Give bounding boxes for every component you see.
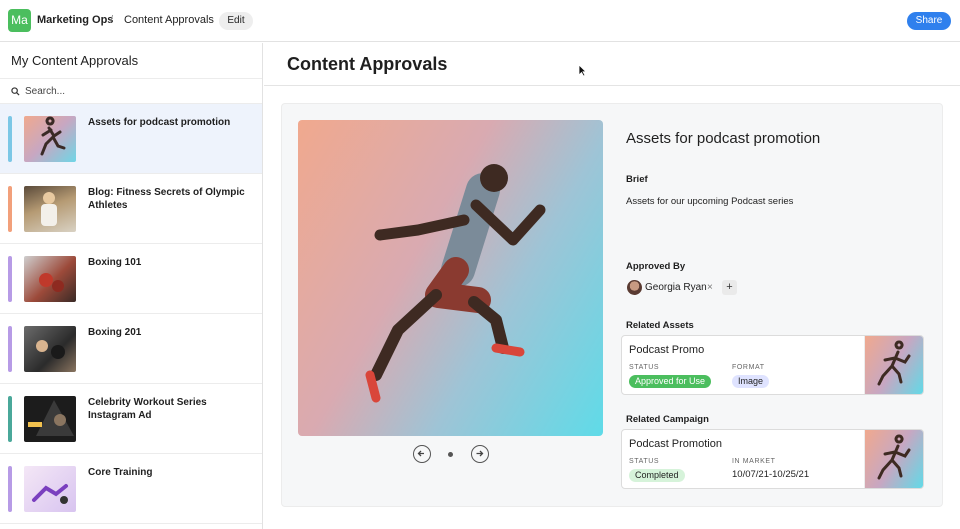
search-icon xyxy=(11,87,20,96)
item-color-bar xyxy=(8,186,12,232)
item-color-bar xyxy=(8,256,12,302)
asset-thumbnail xyxy=(864,336,923,394)
list-item-celebrity-workout[interactable]: Celebrity Workout Series Instagram Ad xyxy=(0,384,262,454)
brief-text[interactable]: Assets for our upcoming Podcast series xyxy=(626,196,793,207)
campaign-market-dates: 10/07/21-10/25/21 xyxy=(732,469,810,480)
asset-status-key: STATUS xyxy=(629,364,660,371)
item-thumbnail xyxy=(24,116,76,162)
carousel-next-button[interactable] xyxy=(471,445,489,463)
edit-button[interactable]: Edit xyxy=(219,12,253,30)
item-label: Celebrity Workout Series Instagram Ad xyxy=(88,397,207,421)
campaign-market-key: IN MARKET xyxy=(732,458,776,465)
related-campaign-card[interactable]: Podcast Promotion STATUS Completed IN MA… xyxy=(621,429,924,489)
campaign-thumbnail xyxy=(864,430,923,488)
item-label: Blog: Fitness Secrets of Olympic Athlete… xyxy=(88,187,245,211)
list-item-assets-podcast[interactable]: Assets for podcast promotion xyxy=(0,104,262,174)
item-thumbnail xyxy=(24,396,76,442)
item-thumbnail xyxy=(24,256,76,302)
search-input[interactable]: Search... xyxy=(0,78,262,104)
arrow-right-icon xyxy=(476,450,484,457)
sidebar-title: My Content Approvals xyxy=(11,53,139,68)
item-thumbnail xyxy=(24,186,76,232)
item-color-bar xyxy=(8,396,12,442)
campaign-title: Podcast Promotion xyxy=(629,438,722,450)
divider xyxy=(264,85,960,86)
item-label: Assets for podcast promotion xyxy=(88,117,231,128)
detail-title: Assets for podcast promotion xyxy=(626,130,821,147)
asset-title: Podcast Promo xyxy=(629,344,705,356)
page-title: Content Approvals xyxy=(287,54,448,74)
status-badge: Approved for Use xyxy=(629,375,712,388)
status-badge: Completed xyxy=(629,469,685,482)
list-item-boxing-101[interactable]: Boxing 101 xyxy=(0,244,262,314)
related-campaign-label: Related Campaign xyxy=(626,414,709,425)
item-thumbnail xyxy=(24,466,76,512)
search-placeholder: Search... xyxy=(25,86,66,97)
approver-name: Georgia Ryan xyxy=(645,282,707,293)
item-color-bar xyxy=(8,466,12,512)
sidebar: My Content Approvals Search... Assets fo… xyxy=(0,43,263,529)
item-label: Boxing 201 xyxy=(88,327,142,338)
item-color-bar xyxy=(8,116,12,162)
item-label: Boxing 101 xyxy=(88,257,142,268)
related-asset-card[interactable]: Podcast Promo STATUS Approved for Use FO… xyxy=(621,335,924,395)
top-bar: Ma Marketing Ops / Content Approvals Edi… xyxy=(0,0,960,42)
breadcrumb-separator: / xyxy=(110,14,114,26)
hero-image xyxy=(298,120,603,436)
related-assets-label: Related Assets xyxy=(626,320,694,331)
item-label: Core Training xyxy=(88,467,153,478)
format-badge: Image xyxy=(732,375,770,388)
carousel-indicator-dot[interactable] xyxy=(448,452,453,457)
item-thumbnail xyxy=(24,326,76,372)
list-item-core-training[interactable]: Core Training xyxy=(0,454,262,524)
add-approver-button[interactable]: + xyxy=(722,280,737,295)
asset-format-key: FORMAT xyxy=(732,364,765,371)
campaign-status-key: STATUS xyxy=(629,458,660,465)
share-button[interactable]: Share xyxy=(907,12,951,30)
workspace-logo[interactable]: Ma xyxy=(8,9,31,32)
breadcrumb-page[interactable]: Content Approvals xyxy=(124,14,214,26)
approved-by-label: Approved By xyxy=(626,261,686,272)
brief-label: Brief xyxy=(626,174,648,185)
arrow-left-icon xyxy=(417,450,424,457)
breadcrumb-workspace[interactable]: Marketing Ops xyxy=(37,14,113,26)
list-item-boxing-201[interactable]: Boxing 201 xyxy=(0,314,262,384)
remove-approver-icon[interactable]: × xyxy=(707,282,713,293)
list-item-blog-fitness[interactable]: Blog: Fitness Secrets of Olympic Athlete… xyxy=(0,174,262,244)
carousel-prev-button[interactable] xyxy=(413,445,431,463)
avatar xyxy=(627,280,642,295)
item-color-bar xyxy=(8,326,12,372)
mouse-cursor-icon xyxy=(578,64,587,77)
